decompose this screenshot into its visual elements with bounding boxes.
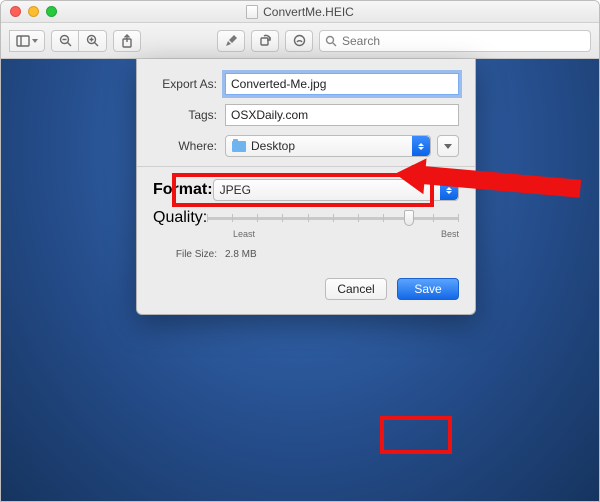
save-button[interactable]: Save [397,278,459,300]
sidebar-toggle-button[interactable] [9,30,45,52]
share-button[interactable] [113,30,141,52]
tags-label: Tags: [153,108,225,122]
where-label: Where: [153,139,225,153]
zoom-out-button[interactable] [51,30,79,52]
tags-input[interactable] [225,104,459,126]
markup-button[interactable] [217,30,245,52]
where-value: Desktop [251,139,295,153]
format-value: JPEG [220,183,251,197]
rotate-button[interactable] [251,30,279,52]
preview-window: ConvertMe.HEIC [0,0,600,502]
export-as-label: Export As: [153,77,225,91]
expand-save-panel-button[interactable] [437,135,459,157]
updown-caret-icon [412,136,430,156]
window-controls [1,6,57,17]
folder-icon [232,141,246,152]
document-icon [246,5,258,19]
where-popup[interactable]: Desktop [225,135,431,157]
updown-caret-icon [440,180,458,200]
quality-min-label: Least [233,229,255,239]
quality-slider[interactable] [207,210,459,226]
format-popup[interactable]: JPEG [213,179,459,201]
zoom-window-button[interactable] [46,6,57,17]
export-as-input[interactable] [225,73,459,95]
titlebar: ConvertMe.HEIC [1,1,599,23]
window-title: ConvertMe.HEIC [263,5,354,19]
annotate-button[interactable] [285,30,313,52]
quality-label: Quality: [153,209,207,227]
image-viewport: Export As: Tags: Where: Desktop [1,59,599,501]
annotation-highlight-save [380,416,452,454]
export-sheet: Export As: Tags: Where: Desktop [136,59,476,315]
filesize-label: File Size: [153,249,225,260]
zoom-in-button[interactable] [79,30,107,52]
close-window-button[interactable] [10,6,21,17]
divider [137,166,475,167]
cancel-button[interactable]: Cancel [325,278,387,300]
quality-max-label: Best [441,229,459,239]
search-icon [325,34,337,52]
search-input[interactable] [319,30,591,52]
minimize-window-button[interactable] [28,6,39,17]
toolbar [1,23,599,59]
format-label: Format: [153,181,213,199]
filesize-value: 2.8 MB [225,249,257,260]
